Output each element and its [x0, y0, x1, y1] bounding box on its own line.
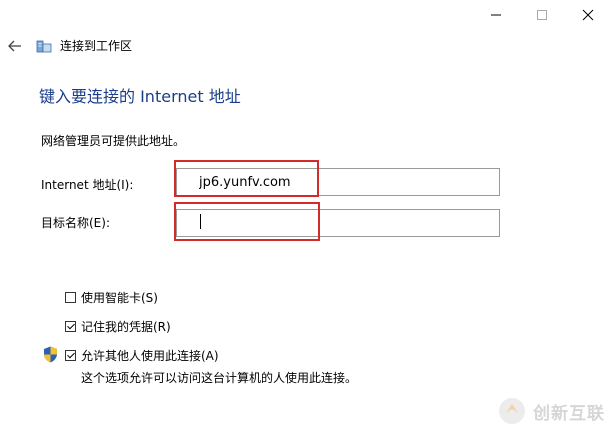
uac-shield-icon [43, 346, 58, 363]
allow-others-note: 这个选项允许可以访问这台计算机的人使用此连接。 [81, 371, 358, 385]
description-text: 网络管理员可提供此地址。 [41, 134, 186, 148]
remember-credentials-label: 记住我的凭据(R) [81, 320, 171, 334]
maximize-button[interactable] [519, 0, 565, 30]
back-button[interactable] [6, 37, 24, 55]
destination-label: 目标名称(E): [41, 216, 110, 230]
destination-input[interactable] [176, 209, 500, 237]
address-input[interactable] [176, 168, 500, 196]
page-title: 键入要连接的 Internet 地址 [39, 87, 241, 106]
minimize-icon [491, 14, 501, 16]
smartcard-label: 使用智能卡(S) [81, 291, 158, 305]
close-icon [582, 9, 594, 21]
remember-credentials-checkbox[interactable] [65, 321, 76, 332]
network-workplace-icon [36, 38, 52, 54]
watermark-text: 创新互联 [533, 403, 605, 424]
minimize-button[interactable] [473, 0, 519, 30]
address-label: Internet 地址(I): [41, 178, 134, 192]
breadcrumb: 连接到工作区 [60, 39, 133, 53]
allow-others-checkbox[interactable] [65, 350, 76, 361]
watermark: 创新互联 [497, 396, 605, 426]
close-button[interactable] [565, 0, 611, 30]
watermark-logo-icon [499, 398, 525, 424]
back-arrow-icon [8, 40, 21, 52]
maximize-icon [537, 10, 547, 20]
allow-others-label: 允许其他人使用此连接(A) [81, 349, 219, 363]
text-caret [200, 214, 201, 229]
smartcard-checkbox[interactable] [65, 292, 76, 303]
